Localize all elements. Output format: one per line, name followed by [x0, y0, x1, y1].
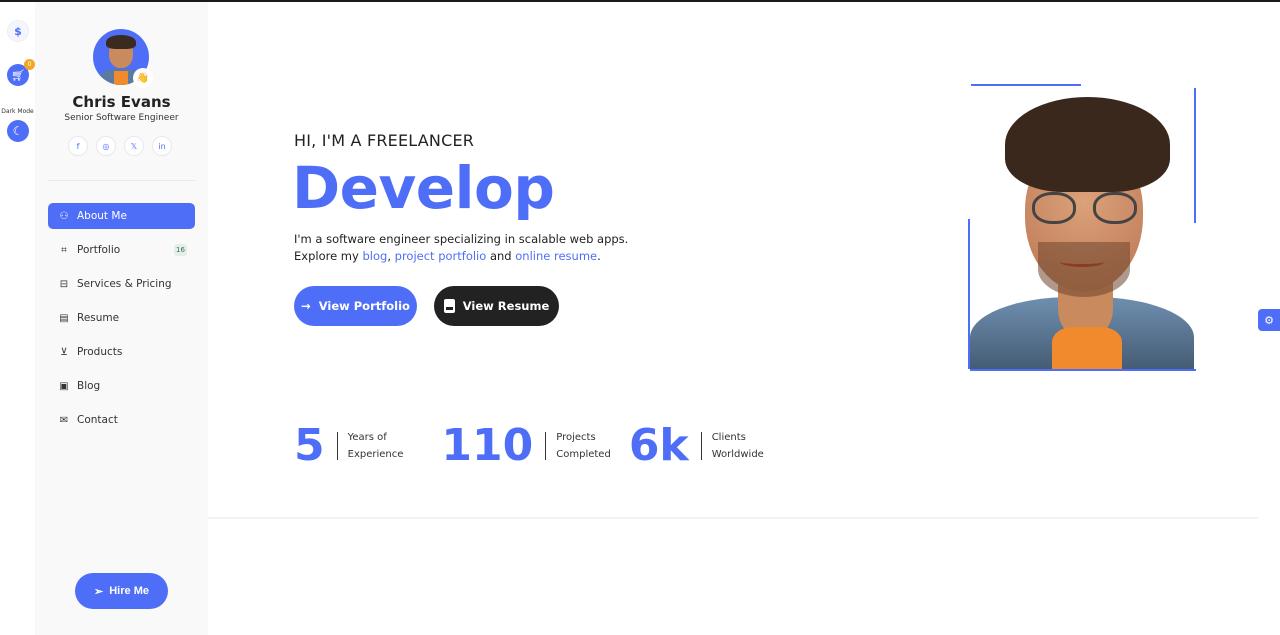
blog-link[interactable]: blog	[362, 249, 387, 263]
cart-icon: 🛒︎	[11, 68, 25, 82]
sidebar-item-label: Contact	[77, 414, 118, 426]
hire-me-button[interactable]: ➢ Hire Me	[75, 573, 168, 609]
stat-label: Projects Completed	[556, 432, 611, 460]
dark-mode-label: Dark Mode	[1, 108, 34, 115]
project-portfolio-link[interactable]: project portfolio	[395, 249, 487, 263]
hire-me-label: Hire Me	[109, 585, 149, 597]
sidebar-item-label: Portfolio	[77, 244, 121, 256]
sidebar: 👋 Chris Evans Senior Software Engineer f…	[35, 2, 208, 635]
section-divider	[208, 517, 1258, 519]
send-icon: ➢	[94, 585, 104, 598]
stat-separator	[700, 432, 702, 460]
sidebar-item-label: Resume	[77, 312, 120, 324]
sidebar-item-contact[interactable]: ✉ Contact	[48, 407, 195, 433]
view-portfolio-label: View Portfolio	[318, 299, 410, 313]
stat-value: 110	[441, 420, 534, 471]
x-twitter-icon[interactable]: 𝕏	[124, 136, 144, 156]
sidebar-item-products[interactable]: ⊻ Products	[48, 339, 195, 365]
portfolio-count-badge: 16	[174, 244, 187, 256]
hero-headline: Develop	[292, 154, 555, 222]
hero-eyebrow: HI, I'M A FREELANCER	[294, 131, 475, 150]
products-icon: ⊻	[60, 346, 68, 358]
briefcase-icon: ⊟	[59, 278, 69, 290]
stat-value: 5	[294, 420, 325, 471]
stats-row: 5 Years of Experience 110 Projects Complet…	[294, 420, 782, 472]
view-resume-label: View Resume	[462, 299, 550, 313]
blog-icon: ▣	[59, 380, 69, 392]
code-icon: ⌗	[61, 244, 67, 256]
view-resume-button[interactable]: View Resume	[434, 286, 559, 326]
intro-prefix: Explore my	[294, 249, 363, 263]
frame-line	[1194, 88, 1196, 223]
intro-sep: and	[486, 249, 516, 263]
stat-separator	[545, 432, 547, 460]
intro-line-1: I'm a software engineer specializing in …	[294, 232, 629, 246]
stat-value: 6k	[628, 420, 689, 471]
frame-line	[971, 84, 1081, 86]
user-icon: ⚇	[59, 210, 69, 222]
sidebar-item-label: Services & Pricing	[77, 278, 172, 290]
hero-intro: I'm a software engineer specializing in …	[294, 231, 628, 265]
stat-separator	[336, 432, 338, 460]
sidebar-item-label: About Me	[77, 210, 127, 222]
frame-line	[968, 219, 970, 369]
facebook-icon[interactable]: f	[68, 136, 88, 156]
left-rail: $ 🛒︎ 0 Dark Mode ☾	[0, 2, 35, 635]
hero-portrait	[968, 84, 1196, 371]
arrow-right-icon: →	[301, 299, 311, 313]
sidebar-item-portfolio[interactable]: ⌗ Portfolio 16	[48, 237, 195, 263]
stat-clients: 6k Clients Worldwide	[629, 420, 764, 472]
settings-button[interactable]: ⚙	[1258, 309, 1280, 331]
stat-label: Clients Worldwide	[711, 432, 764, 460]
moon-icon: ☾	[12, 124, 24, 138]
sidebar-nav: ⚇ About Me ⌗ Portfolio 16 ⊟ Services & P…	[48, 203, 195, 441]
sidebar-item-blog[interactable]: ▣ Blog	[48, 373, 195, 399]
intro-suffix: .	[597, 249, 601, 263]
sidebar-item-resume[interactable]: ▤ Resume	[48, 305, 195, 331]
instagram-icon[interactable]: ◎	[96, 136, 116, 156]
stat-years: 5 Years of Experience	[294, 420, 403, 472]
stat-label: Years of Experience	[347, 432, 404, 460]
stat-projects: 110 Projects Completed	[441, 420, 610, 472]
intro-sep: ,	[387, 249, 395, 263]
linkedin-icon[interactable]: in	[152, 136, 172, 156]
sidebar-divider	[48, 180, 195, 181]
document-icon	[443, 299, 455, 313]
sidebar-item-about-me[interactable]: ⚇ About Me	[48, 203, 195, 229]
profile-role: Senior Software Engineer	[64, 113, 179, 123]
cart-badge: 0	[24, 59, 35, 70]
resume-icon: ▤	[59, 312, 69, 324]
sidebar-item-label: Blog	[77, 380, 101, 392]
online-resume-link[interactable]: online resume	[515, 249, 597, 263]
cart-button[interactable]: 🛒︎ 0	[7, 59, 35, 86]
view-portfolio-button[interactable]: → View Portfolio	[294, 286, 417, 326]
logo-button[interactable]: $	[7, 20, 29, 42]
sidebar-item-label: Products	[77, 346, 123, 358]
portrait-image	[970, 92, 1194, 369]
logo-icon: $	[14, 24, 22, 38]
dark-mode-toggle[interactable]: ☾	[7, 120, 29, 142]
mail-icon: ✉	[59, 414, 69, 426]
avatar: 👋	[93, 29, 153, 88]
sidebar-item-services-pricing[interactable]: ⊟ Services & Pricing	[48, 271, 195, 297]
social-links: f ◎ 𝕏 in	[68, 136, 172, 156]
frame-line	[970, 369, 1196, 371]
profile-name: Chris Evans	[72, 93, 171, 111]
wave-hand-icon: 👋	[133, 68, 153, 88]
main-content: HI, I'M A FREELANCER Develop I'm a softw…	[208, 2, 1280, 635]
gear-icon: ⚙	[1264, 313, 1274, 327]
